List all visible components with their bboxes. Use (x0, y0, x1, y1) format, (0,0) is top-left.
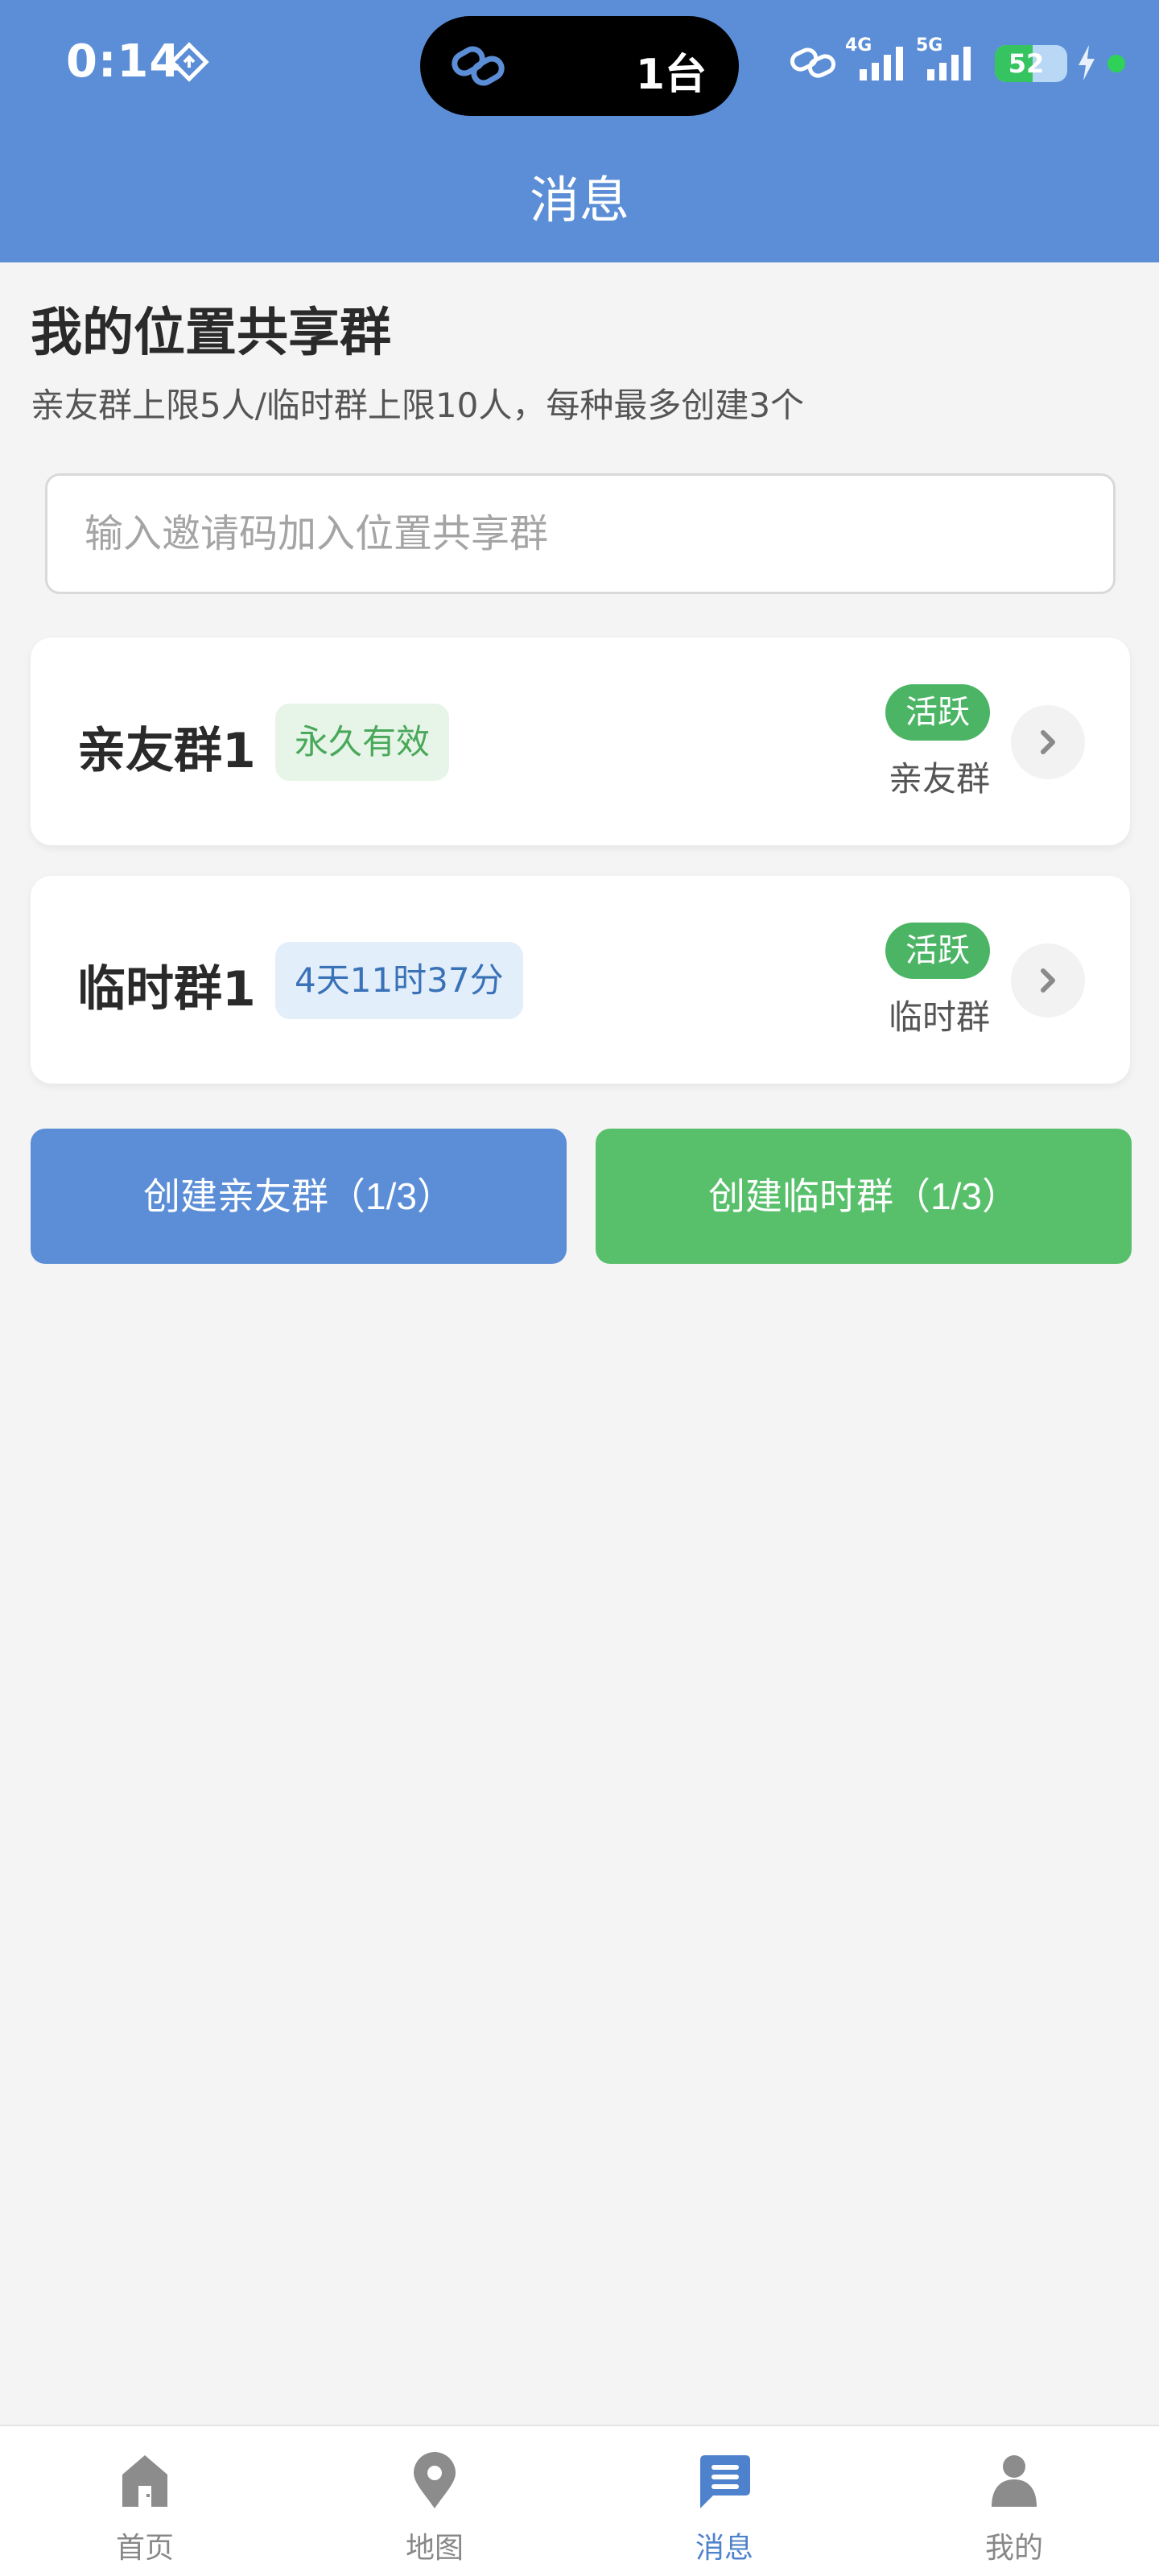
create-temp-group-button[interactable]: 创建临时群（1/3） (596, 1129, 1132, 1264)
home-icon (122, 2455, 167, 2507)
nav-item-home[interactable]: 首页 (0, 2426, 290, 2576)
island-text: 1台 (635, 51, 707, 99)
nav-item-map[interactable]: 地图 (290, 2426, 580, 2576)
signal-icon (860, 47, 903, 80)
group-type-label: 亲友群 (888, 759, 990, 799)
link-icon (790, 47, 836, 78)
group-card-family[interactable]: 亲友群1 永久有效 活跃 亲友群 (31, 638, 1130, 845)
status-badge: 活跃 (885, 923, 990, 979)
privacy-indicator-dot (1107, 55, 1125, 72)
group-card-temporary[interactable]: 临时群1 4天11时37分 活跃 临时群 (31, 876, 1130, 1084)
expiry-countdown-tag: 4天11时37分 (275, 942, 523, 1019)
section-title: 我的位置共享群 (31, 303, 391, 363)
open-group-button[interactable] (1011, 943, 1085, 1018)
header: 0:14 1台 4G 5G 52 消息 (0, 0, 1159, 262)
nav-label: 我的 (984, 2532, 1043, 2565)
signal-icon (927, 47, 971, 80)
nav-label: 地图 (405, 2532, 464, 2565)
chevron-right-icon (1041, 730, 1055, 754)
group-type-label: 临时群 (888, 997, 990, 1037)
group-name: 临时群1 (77, 961, 256, 1018)
link-icon (452, 46, 505, 86)
user-icon (992, 2455, 1037, 2507)
invite-code-input[interactable] (45, 473, 1116, 594)
status-time: 0:14 (66, 35, 182, 88)
status-indicators: 4G 5G 52 (789, 34, 1143, 87)
navigation-icon (169, 42, 209, 82)
section-subtitle: 亲友群上限5人/临时群上限10人，每种最多创建3个 (31, 386, 805, 425)
message-icon (700, 2455, 750, 2508)
battery-label: 52 (1008, 48, 1045, 79)
group-name: 亲友群1 (77, 723, 256, 779)
nav-label: 消息 (695, 2532, 753, 2565)
messages-page: 0:14 1台 4G 5G 52 消息 我的位置共享群 亲友群上限5人/临时群上… (0, 0, 1159, 2576)
open-group-button[interactable] (1011, 705, 1085, 779)
nav-item-profile[interactable]: 我的 (869, 2426, 1159, 2576)
status-badge: 活跃 (885, 684, 990, 741)
charging-icon (1079, 45, 1095, 80)
chevron-right-icon (1041, 968, 1055, 993)
expiry-tag: 永久有效 (275, 704, 450, 781)
page-title: 消息 (529, 171, 629, 229)
battery-indicator: 52 (995, 45, 1067, 82)
bottom-nav: 首页 地图 消息 我的 (0, 2425, 1159, 2576)
nav-item-messages[interactable]: 消息 (580, 2426, 869, 2576)
dynamic-island: 1台 (420, 16, 739, 116)
nav-label: 首页 (115, 2532, 174, 2565)
create-family-group-button[interactable]: 创建亲友群（1/3） (31, 1129, 567, 1264)
map-pin-icon (414, 2452, 456, 2508)
